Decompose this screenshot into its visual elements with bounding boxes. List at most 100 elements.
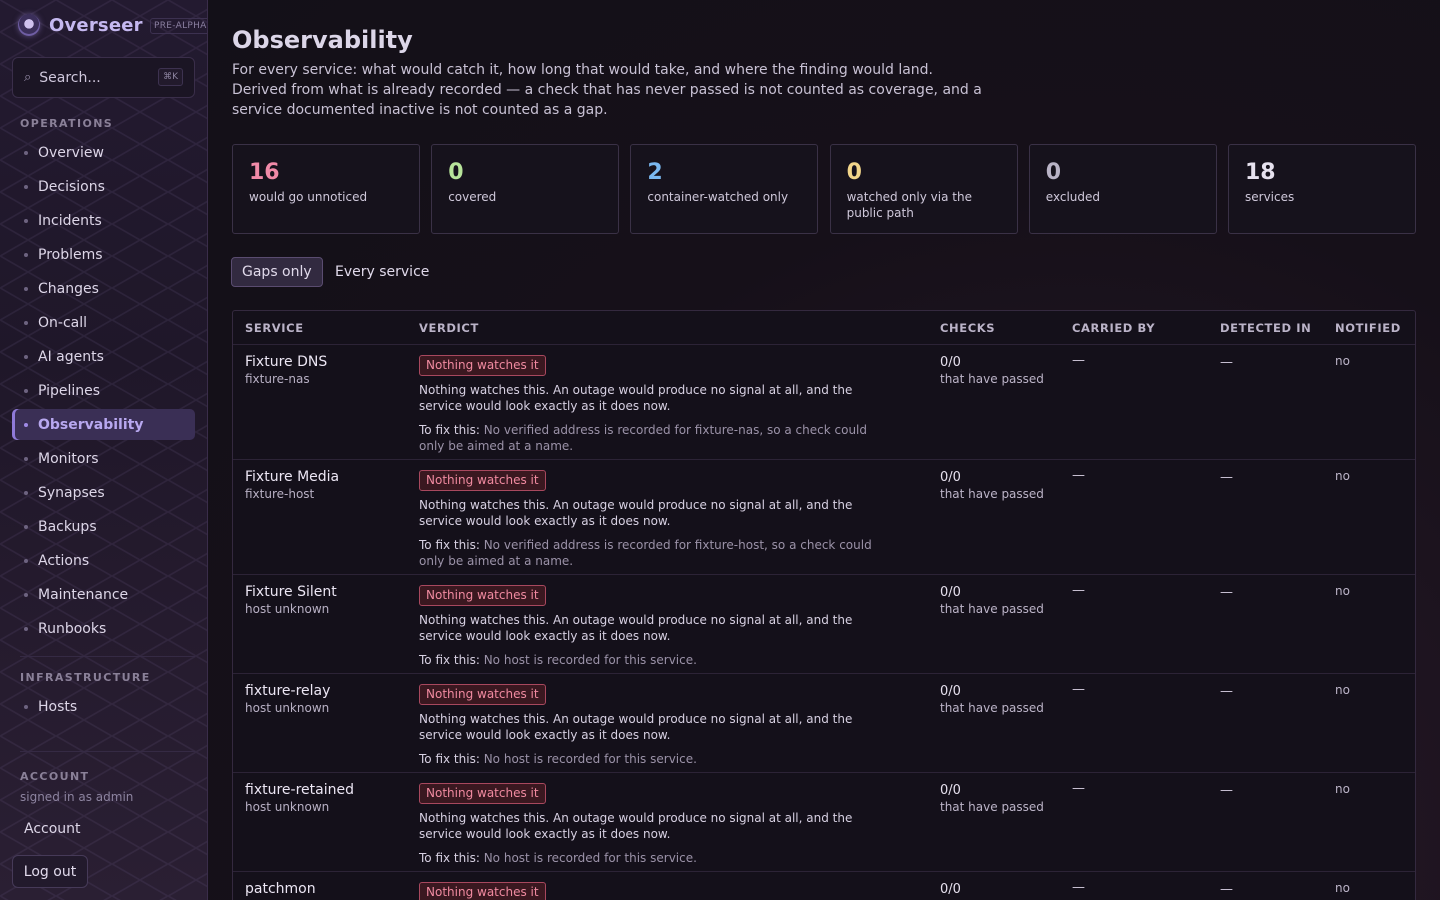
search-box[interactable]: ⌕ Search... ⌘K	[12, 57, 195, 98]
sidebar-item-incidents[interactable]: Incidents	[12, 205, 195, 236]
sidebar-item-backups[interactable]: Backups	[12, 511, 195, 542]
account-section-label: ACCOUNT	[20, 770, 90, 783]
sidebar-divider	[20, 656, 195, 657]
detected-in-value: —	[1220, 355, 1233, 370]
sidebar: Overseer PRE-ALPHA ⌕ Search... ⌘K OPERAT…	[0, 0, 208, 900]
service-host: fixture-host	[245, 487, 315, 501]
sidebar-item-label: Synapses	[38, 484, 105, 501]
nothing-watches-badge: Nothing watches it	[419, 783, 546, 804]
brand[interactable]: Overseer	[18, 14, 143, 36]
page-description: For every service: what would catch it, …	[232, 62, 982, 118]
service-name[interactable]: patchmon	[245, 881, 316, 897]
stat-label: services	[1245, 190, 1295, 204]
service-name[interactable]: Fixture Silent	[245, 584, 337, 600]
detected-in-value: —	[1220, 783, 1233, 798]
fix-text: To fix this: No host is recorded for thi…	[419, 751, 879, 767]
service-name[interactable]: Fixture DNS	[245, 354, 327, 370]
column-header-notified: NOTIFIED	[1335, 321, 1401, 335]
checks-value: 0/0	[940, 585, 961, 600]
fix-detail: No host is recorded for this service.	[483, 851, 697, 865]
verdict-text: Nothing watches this. An outage would pr…	[419, 498, 853, 528]
column-header-verdict: VERDICT	[419, 321, 479, 335]
checks-value: 0/0	[940, 470, 961, 485]
nothing-watches-badge: Nothing watches it	[419, 684, 546, 705]
gaps-only-toggle[interactable]: Gaps only	[231, 257, 323, 287]
sidebar-item-decisions[interactable]: Decisions	[12, 171, 195, 202]
bullet-icon	[24, 704, 28, 709]
notified-value: no	[1335, 683, 1350, 697]
notified-value: no	[1335, 782, 1350, 796]
verdict-text: Nothing watches this. An outage would pr…	[419, 712, 853, 742]
table-row[interactable]: fixture-retained host unknown Nothing wa…	[233, 772, 1415, 871]
checks-cell: 0/0	[940, 882, 961, 899]
bullet-icon	[24, 252, 28, 257]
sidebar-item-maintenance[interactable]: Maintenance	[12, 579, 195, 610]
sidebar-item-overview[interactable]: Overview	[12, 137, 195, 168]
search-placeholder: Search...	[39, 69, 101, 86]
notified-value: no	[1335, 584, 1350, 598]
checks-cell: 0/0 that have passed	[940, 783, 1044, 814]
notified-value: no	[1335, 354, 1350, 368]
sidebar-item-hosts[interactable]: Hosts	[12, 691, 195, 722]
sidebar-item-actions[interactable]: Actions	[12, 545, 195, 576]
stat-label: covered	[448, 190, 497, 204]
sidebar-item-ai-agents[interactable]: AI agents	[12, 341, 195, 372]
checks-value: 0/0	[940, 355, 961, 370]
main-content: Observability For every service: what wo…	[208, 0, 1440, 900]
sidebar-item-monitors[interactable]: Monitors	[12, 443, 195, 474]
verdict-cell: Nothing watches it Nothing watches this.…	[419, 782, 879, 866]
stat-label: excluded	[1045, 190, 1101, 204]
checks-cell: 0/0 that have passed	[940, 684, 1044, 715]
sidebar-item-runbooks[interactable]: Runbooks	[12, 613, 195, 644]
sidebar-item-label: Runbooks	[38, 620, 107, 637]
service-cell: fixture-relay host unknown	[245, 683, 330, 715]
bullet-icon	[24, 286, 28, 291]
carried-by-value: —	[1072, 781, 1085, 796]
sidebar-item-on-call[interactable]: On-call	[12, 307, 195, 338]
sidebar-item-label: Hosts	[38, 698, 78, 715]
table-row[interactable]: Fixture Media fixture-host Nothing watch…	[233, 459, 1415, 574]
sidebar-item-label: Changes	[38, 280, 99, 297]
table-row[interactable]: Fixture DNS fixture-nas Nothing watches …	[233, 344, 1415, 459]
stat-card: 0 excluded	[1028, 144, 1217, 234]
sidebar-item-changes[interactable]: Changes	[12, 273, 195, 304]
nothing-watches-badge: Nothing watches it	[419, 355, 546, 376]
checks-subtext: that have passed	[940, 800, 1044, 814]
sidebar-item-observability[interactable]: Observability	[12, 409, 195, 440]
fix-label: To fix this:	[419, 752, 480, 766]
column-header-detected-in: DETECTED IN	[1220, 321, 1312, 335]
carried-by-value: —	[1072, 468, 1085, 483]
stat-value: 18	[1245, 160, 1276, 185]
pre-alpha-badge: PRE-ALPHA	[150, 18, 207, 34]
detected-in-value: —	[1220, 585, 1233, 600]
fix-label: To fix this:	[419, 851, 480, 865]
bullet-icon	[24, 422, 28, 427]
checks-value: 0/0	[940, 783, 961, 798]
sidebar-item-pipelines[interactable]: Pipelines	[12, 375, 195, 406]
checks-subtext: that have passed	[940, 372, 1044, 386]
fix-text: To fix this: No host is recorded for thi…	[419, 850, 879, 866]
service-name[interactable]: Fixture Media	[245, 469, 339, 485]
checks-value: 0/0	[940, 882, 961, 897]
bullet-icon	[24, 184, 28, 189]
table-row[interactable]: patchmon Nothing watches it 0/0 — — no	[233, 871, 1415, 900]
service-cell: Fixture DNS fixture-nas	[245, 354, 327, 386]
logout-button[interactable]: Log out	[12, 855, 88, 888]
stat-card: 2 container-watched only	[630, 144, 819, 234]
service-name[interactable]: fixture-relay	[245, 683, 330, 699]
sidebar-item-label: AI agents	[38, 348, 104, 365]
account-link[interactable]: Account	[24, 821, 81, 837]
verdict-cell: Nothing watches it Nothing watches this.…	[419, 354, 879, 454]
sidebar-item-problems[interactable]: Problems	[12, 239, 195, 270]
table-row[interactable]: Fixture Silent host unknown Nothing watc…	[233, 574, 1415, 673]
sidebar-item-synapses[interactable]: Synapses	[12, 477, 195, 508]
stat-label: watched only via the public path	[846, 190, 972, 220]
service-name[interactable]: fixture-retained	[245, 782, 354, 798]
checks-subtext: that have passed	[940, 602, 1044, 616]
services-table: SERVICE VERDICT CHECKS CARRIED BY DETECT…	[232, 310, 1416, 900]
every-service-toggle[interactable]: Every service	[325, 257, 439, 287]
detected-in-value: —	[1220, 470, 1233, 485]
stat-value: 16	[249, 160, 280, 185]
stat-card: 16 would go unnoticed	[232, 144, 420, 234]
table-row[interactable]: fixture-relay host unknown Nothing watch…	[233, 673, 1415, 772]
